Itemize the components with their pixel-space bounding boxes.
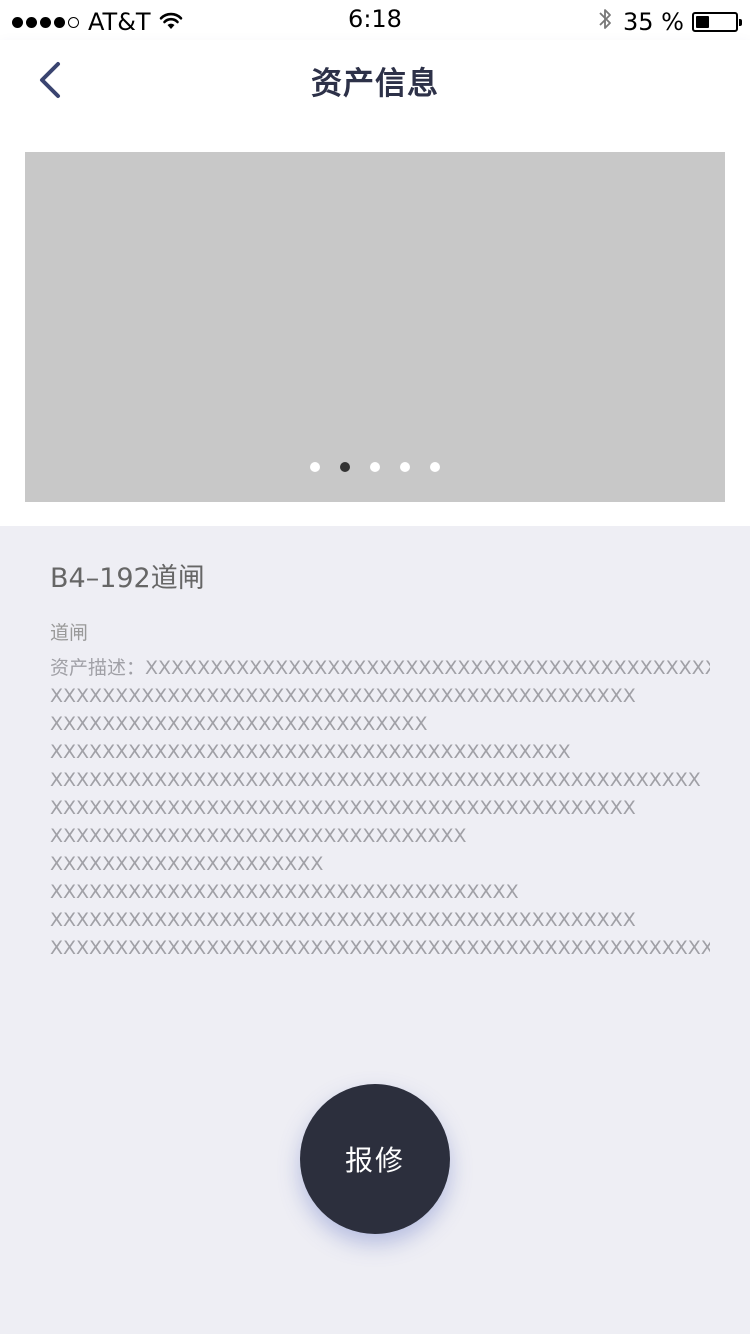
- description-line: XXXXXXXXXXXXXXXXXXXXXXXXXXXXXXXXXXXXXXXX: [50, 741, 571, 763]
- nav-bar: 资产信息: [0, 40, 750, 128]
- carousel-dot[interactable]: [400, 462, 410, 472]
- description-line: 资产描述：XXXXXXXXXXXXXXXXXXXXXXXXXXXXXXXXXXX…: [50, 657, 710, 679]
- battery-percentage: 35 %: [623, 8, 684, 36]
- description-line: XXXXXXXXXXXXXXXXXXXXXXXXXXXXX: [50, 713, 428, 735]
- description-line: XXXXXXXXXXXXXXXXXXXXXXXXXXXXXXXXXXXXXXXX…: [50, 685, 636, 707]
- carousel-page-indicator: [25, 462, 725, 472]
- asset-name: B4–192道闸: [50, 563, 205, 594]
- repair-button[interactable]: 报修: [300, 1084, 450, 1234]
- status-bar: AT&T 6:18 35 %: [0, 0, 750, 40]
- description-line: XXXXXXXXXXXXXXXXXXXXXXXXXXXXXXXXXXXX: [50, 881, 519, 903]
- carousel-dot[interactable]: [310, 462, 320, 472]
- description-line: XXXXXXXXXXXXXXXXXXXXXXXXXXXXXXXXXXXXXXXX…: [50, 769, 701, 791]
- asset-description: 资产描述：XXXXXXXXXXXXXXXXXXXXXXXXXXXXXXXXXXX…: [50, 654, 710, 962]
- carousel-dot[interactable]: [340, 462, 350, 472]
- gallery-section: [0, 128, 750, 526]
- status-right: 35 %: [597, 6, 742, 38]
- description-line: XXXXXXXXXXXXXXXXXXXXX: [50, 853, 324, 875]
- page-title: 资产信息: [311, 66, 439, 102]
- asset-type: 道闸: [50, 622, 89, 644]
- description-line: XXXXXXXXXXXXXXXXXXXXXXXXXXXXXXXXXXXXXXXX…: [50, 797, 636, 819]
- asset-image-carousel[interactable]: [25, 152, 725, 502]
- bluetooth-icon: [597, 6, 613, 38]
- battery-fill: [696, 16, 709, 28]
- carousel-dot[interactable]: [370, 462, 380, 472]
- carousel-dot[interactable]: [430, 462, 440, 472]
- battery-icon: [692, 12, 742, 32]
- description-line: XXXXXXXXXXXXXXXXXXXXXXXXXXXXXXXX: [50, 825, 467, 847]
- description-line: XXXXXXXXXXXXXXXXXXXXXXXXXXXXXXXXXXXXXXXX…: [50, 937, 710, 959]
- description-line: XXXXXXXXXXXXXXXXXXXXXXXXXXXXXXXXXXXXXXXX…: [50, 909, 636, 931]
